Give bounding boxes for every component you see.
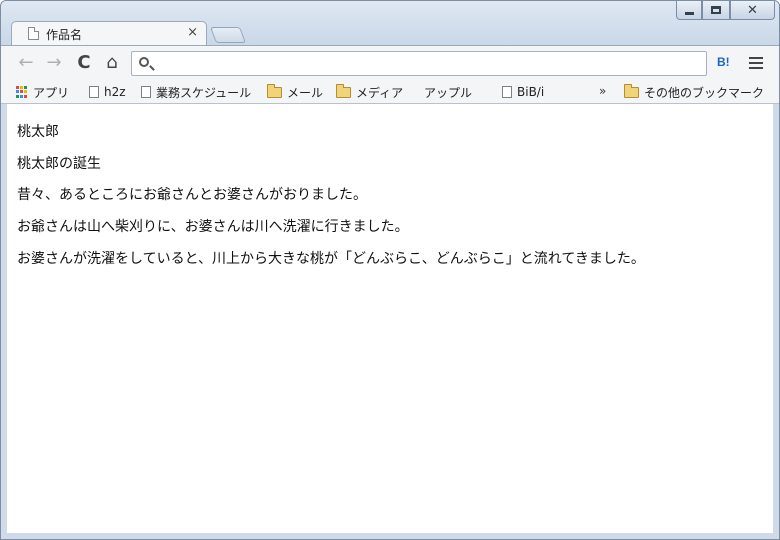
bookmark-label: メール: [287, 85, 324, 100]
reload-button[interactable]: C: [73, 52, 95, 74]
reload-icon: C: [77, 52, 91, 73]
tab-strip: 作品名 × ✕: [1, 1, 779, 46]
tab-title: 作品名: [46, 28, 83, 42]
minimize-button[interactable]: [676, 1, 702, 20]
page-content: 桃太郎 桃太郎の誕生 昔々、あるところにお爺さんとお婆さんがおりました。 お爺さ…: [7, 104, 773, 533]
maximize-button[interactable]: [702, 1, 730, 20]
bookmark-label: アプリ: [33, 85, 70, 100]
menu-icon: [749, 57, 763, 59]
bookmarks-bar: アプリ h2z 業務スケジュール メール メディア アップル BiB/i » そ…: [1, 80, 779, 104]
home-icon: ⌂: [106, 52, 118, 73]
arrow-left-icon: ←: [18, 52, 34, 73]
folder-icon: [336, 83, 351, 98]
bookmark-media-folder[interactable]: メディア: [336, 83, 403, 101]
paragraph: お婆さんが洗濯をしていると、川上から大きな桃が「どんぶらこ、どんぶらこ」と流れて…: [17, 251, 645, 267]
page-title: 桃太郎: [17, 124, 59, 140]
forward-button[interactable]: →: [43, 52, 65, 74]
bookmark-label: 業務スケジュール: [156, 85, 252, 100]
page-icon: [28, 27, 39, 40]
folder-icon: [267, 83, 282, 98]
home-button[interactable]: ⌂: [101, 52, 123, 74]
bookmark-mail-folder[interactable]: メール: [267, 83, 323, 101]
new-tab-button[interactable]: [210, 27, 246, 43]
address-input[interactable]: [156, 54, 704, 73]
bookmark-label: メディア: [356, 85, 404, 100]
page-icon: [502, 86, 512, 98]
bookmark-label: BiB/i: [517, 85, 545, 99]
tab-close-button[interactable]: ×: [187, 25, 198, 41]
bookmark-other-folder[interactable]: その他のブックマーク: [624, 83, 764, 101]
arrow-right-icon: →: [46, 52, 62, 73]
bookmark-label: h2z: [104, 85, 126, 99]
minimize-icon: [684, 11, 694, 15]
window-controls: ✕: [676, 1, 775, 21]
menu-button[interactable]: [749, 57, 763, 69]
address-bar[interactable]: [131, 51, 707, 76]
page-icon: [89, 86, 99, 98]
apps-icon: [16, 86, 28, 98]
bookmark-schedule[interactable]: 業務スケジュール: [141, 83, 251, 101]
tab-active[interactable]: 作品名 ×: [11, 21, 207, 46]
close-icon: ✕: [747, 2, 758, 18]
bookmark-apple[interactable]: アップル: [419, 83, 472, 101]
back-button[interactable]: ←: [15, 52, 37, 74]
chapter-heading: 桃太郎の誕生: [17, 156, 101, 172]
bookmarks-overflow-button[interactable]: »: [599, 84, 606, 98]
paragraph: お爺さんは山へ柴刈りに、お婆さんは川へ洗濯に行きました。: [17, 219, 409, 235]
maximize-icon: [711, 6, 721, 14]
folder-icon: [624, 83, 639, 98]
bookmark-label: その他のブックマーク: [644, 85, 765, 100]
bookmark-label: アップル: [424, 85, 473, 100]
bookmark-apps[interactable]: アプリ: [16, 83, 69, 101]
hatena-bookmark-extension-button[interactable]: B!: [717, 55, 730, 69]
bookmark-bibi[interactable]: BiB/i: [502, 83, 544, 101]
paragraph: 昔々、あるところにお爺さんとお婆さんがおりました。: [17, 187, 367, 203]
bookmark-h2z[interactable]: h2z: [89, 83, 126, 101]
close-window-button[interactable]: ✕: [730, 1, 775, 20]
toolbar: ← → C ⌂ B!: [1, 45, 779, 80]
search-icon: [139, 57, 149, 67]
browser-window: 作品名 × ✕ ← → C ⌂ B! アプリ h2z 業務スケジュール メール …: [0, 0, 780, 540]
page-icon: [141, 86, 151, 98]
